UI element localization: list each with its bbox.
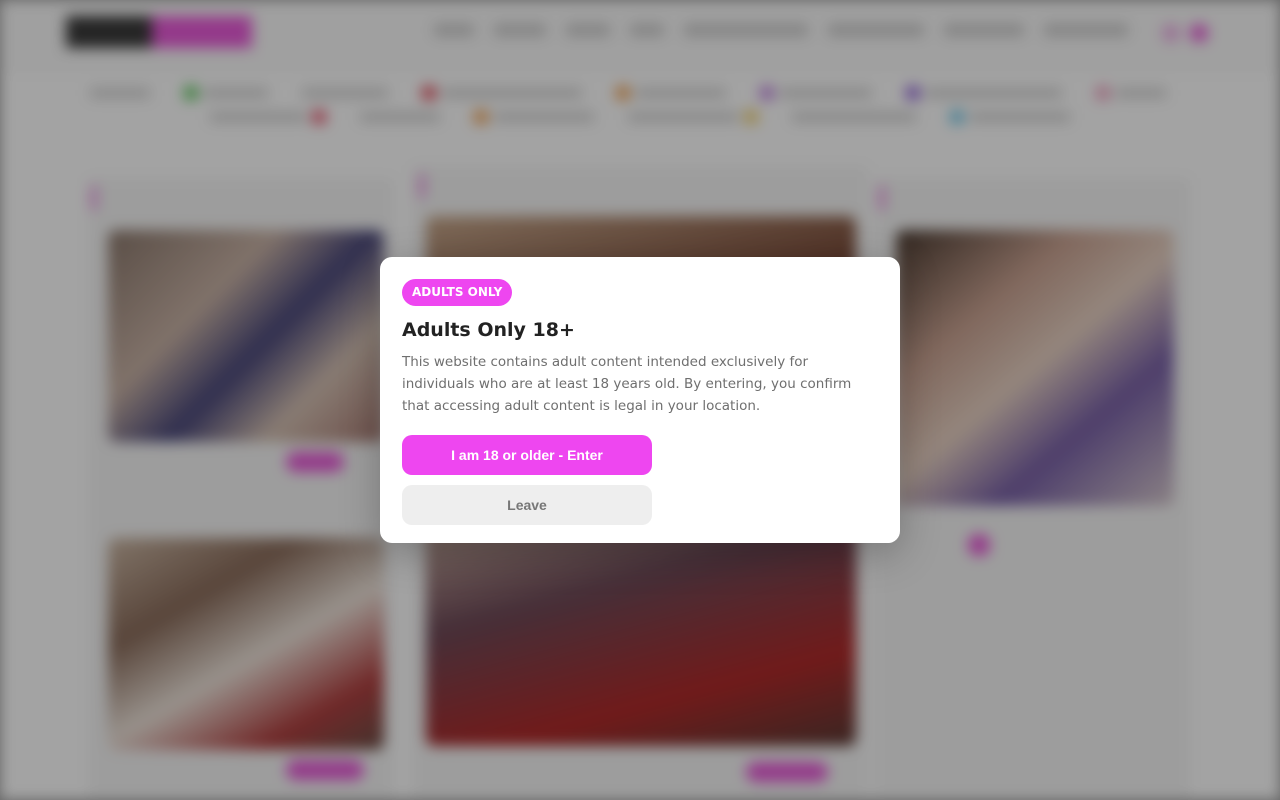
age-verification-modal: ADULTS ONLY Adults Only 18+ This website… xyxy=(380,257,900,543)
adults-only-badge: ADULTS ONLY xyxy=(402,279,513,306)
modal-title: Adults Only 18+ xyxy=(402,319,575,341)
enter-button[interactable]: I am 18 or older - Enter xyxy=(402,435,652,475)
modal-description: This website contains adult content inte… xyxy=(402,354,852,414)
leave-button[interactable]: Leave xyxy=(402,485,652,525)
